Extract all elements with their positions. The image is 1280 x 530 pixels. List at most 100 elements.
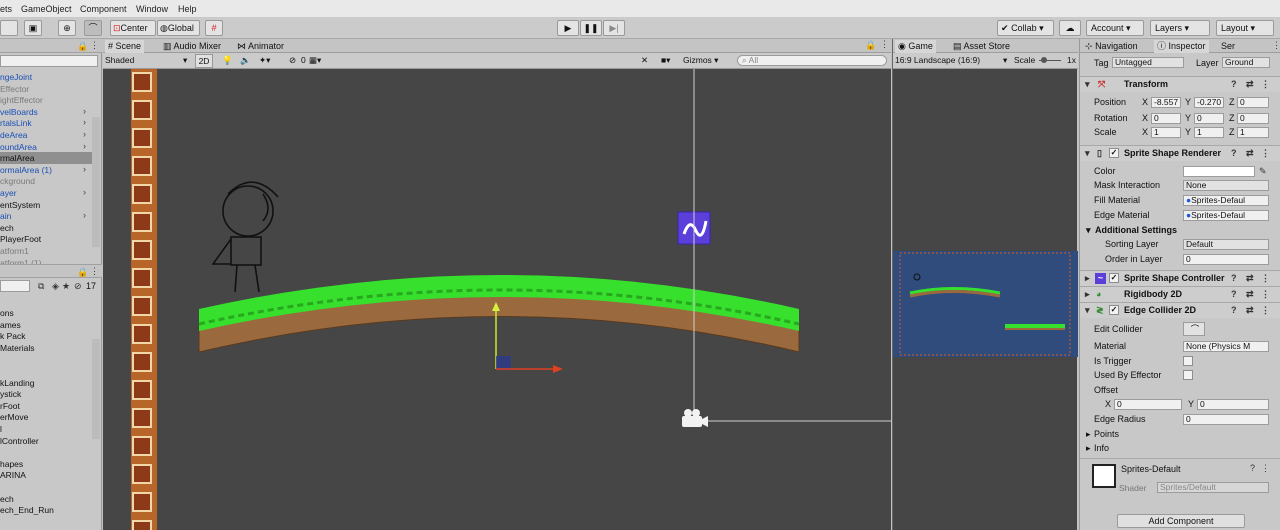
project-item[interactable]: Materials — [0, 342, 92, 354]
hierarchy-item[interactable]: ckground — [0, 175, 92, 187]
menu-window[interactable]: Window — [136, 4, 168, 14]
expand-chevron-icon[interactable]: › — [83, 129, 86, 139]
help-icon[interactable]: ? — [1231, 77, 1237, 92]
add-component-button[interactable]: Add Component — [1117, 514, 1245, 528]
project-item[interactable] — [0, 481, 92, 493]
menu-assets[interactable]: ets — [0, 4, 12, 14]
component-menu-icon[interactable]: ⋮ — [1261, 146, 1270, 161]
sprite-shape-tool-button[interactable]: ⌒ — [84, 20, 102, 36]
project-item[interactable]: rFoot — [0, 400, 92, 412]
camera-settings-icon[interactable]: ■▾ — [661, 54, 670, 68]
component-menu-icon[interactable]: ⋮ — [1261, 303, 1270, 318]
layer-dropdown[interactable]: Ground — [1222, 57, 1270, 68]
scene-viewport[interactable] — [103, 69, 891, 530]
project-item[interactable]: k Pack — [0, 330, 92, 342]
expand-chevron-icon[interactable]: › — [83, 106, 86, 116]
scale-x-field[interactable]: 1 — [1151, 127, 1181, 138]
expand-chevron-icon[interactable]: › — [83, 210, 86, 220]
hierarchy-item[interactable]: Effector — [0, 83, 92, 95]
hierarchy-scrollbar[interactable] — [92, 117, 100, 247]
tab-services[interactable]: Ser — [1218, 40, 1238, 53]
sprite-shape-controller-header[interactable]: ▸ ~ ✓ Sprite Shape Controller ? ⇄ ⋮ — [1080, 270, 1280, 286]
grid-icon[interactable]: ▦▾ — [309, 54, 321, 68]
hierarchy-item[interactable]: oundArea — [0, 141, 92, 153]
gizmos-dropdown[interactable]: Gizmos ▾ — [683, 54, 733, 68]
hidden-count-icon[interactable]: ⊘ — [74, 281, 82, 292]
lighting-icon[interactable]: 💡 — [222, 54, 233, 68]
tab-navigation[interactable]: ⊹ Navigation — [1082, 40, 1141, 53]
project-item[interactable]: l — [0, 423, 92, 435]
presets-icon[interactable]: ⇄ — [1246, 77, 1254, 92]
grid-snap-button[interactable]: # — [205, 20, 223, 36]
aspect-dropdown[interactable]: 16:9 Landscape (16:9) ▾ — [895, 54, 1010, 68]
project-item[interactable]: kLanding — [0, 377, 92, 389]
presets-icon[interactable]: ⇄ — [1246, 287, 1254, 302]
color-swatch[interactable] — [1183, 166, 1255, 177]
controller-enabled-checkbox[interactable]: ✓ — [1109, 273, 1119, 283]
scene-search-input[interactable]: ⌕ All — [737, 55, 887, 66]
points-foldout[interactable]: ▸ Points — [1080, 427, 1280, 441]
expand-chevron-icon[interactable]: › — [83, 164, 86, 174]
favorite-icon[interactable]: ★ — [62, 281, 70, 292]
rotation-x-field[interactable]: 0 — [1151, 113, 1181, 124]
edge-collider-2d-header[interactable]: ▾ ≷ ✓ Edge Collider 2D ? ⇄ ⋮ — [1080, 302, 1280, 318]
project-item[interactable] — [0, 365, 92, 377]
rotation-y-field[interactable]: 0 — [1194, 113, 1224, 124]
component-menu-icon[interactable]: ⋮ — [1261, 77, 1270, 92]
hierarchy-item[interactable]: rtalsLink — [0, 117, 92, 129]
hierarchy-item[interactable]: ech — [0, 222, 92, 234]
play-button[interactable]: ▶ — [557, 20, 579, 36]
sorting-layer-dropdown[interactable]: Default — [1183, 239, 1269, 250]
scale-slider-thumb[interactable] — [1041, 57, 1047, 63]
order-in-layer-field[interactable]: 0 — [1183, 254, 1269, 265]
project-item[interactable]: lController — [0, 435, 92, 447]
additional-settings-foldout[interactable]: ▾ Additional Settings — [1080, 223, 1280, 237]
expand-chevron-icon[interactable]: › — [83, 117, 86, 127]
info-foldout[interactable]: ▸ Info — [1080, 441, 1280, 455]
cloud-button[interactable]: ☁ — [1059, 20, 1081, 36]
project-item[interactable]: ARINA — [0, 469, 92, 481]
eyedropper-icon[interactable]: ✎ — [1259, 164, 1267, 178]
step-button[interactable]: ▶| — [603, 20, 625, 36]
scale-y-field[interactable]: 1 — [1194, 127, 1224, 138]
hierarchy-item[interactable]: ayer — [0, 187, 92, 199]
pivot-center-toggle[interactable]: ⊡Center — [110, 20, 156, 36]
edit-collider-button[interactable]: ⌒ — [1183, 322, 1205, 336]
custom-tool-button[interactable]: ⊕ — [58, 20, 76, 36]
hierarchy-item[interactable]: PlayerFoot — [0, 233, 92, 245]
effects-icon[interactable]: ✦▾ — [259, 54, 270, 68]
pause-button[interactable]: ❚❚ — [580, 20, 602, 36]
filter-label-icon[interactable]: ◈ — [52, 281, 59, 292]
help-icon[interactable]: ? — [1231, 271, 1237, 286]
layout-dropdown[interactable]: Layout ▾ — [1216, 20, 1274, 36]
position-x-field[interactable]: -8.557 — [1151, 97, 1181, 108]
edge-radius-field[interactable]: 0 — [1183, 414, 1269, 425]
project-menu-icon[interactable]: ⋮ — [90, 266, 99, 277]
tab-asset-store[interactable]: ▤ Asset Store — [950, 40, 1013, 53]
game-panel[interactable]: ◉ Game ▤ Asset Store 16:9 Landscape (16:… — [892, 39, 1078, 530]
presets-icon[interactable]: ⇄ — [1246, 303, 1254, 318]
mask-dropdown[interactable]: None — [1183, 180, 1269, 191]
hierarchy-item[interactable]: ightEffector — [0, 94, 92, 106]
global-local-toggle[interactable]: ◍Global — [157, 20, 200, 36]
hierarchy-search-input[interactable] — [0, 55, 98, 67]
hierarchy-item[interactable]: atform1 — [0, 245, 92, 257]
project-item[interactable] — [0, 446, 92, 458]
project-item[interactable]: ech — [0, 493, 92, 505]
fill-material-field[interactable]: ●Sprites-Defaul — [1183, 195, 1269, 206]
hierarchy-item[interactable]: entSystem — [0, 199, 92, 211]
component-menu-icon[interactable]: ⋮ — [1261, 287, 1270, 302]
menu-component[interactable]: Component — [80, 4, 127, 14]
tab-game[interactable]: ◉ Game — [895, 40, 936, 53]
account-dropdown[interactable]: Account ▾ — [1086, 20, 1144, 36]
position-z-field[interactable]: 0 — [1237, 97, 1269, 108]
tab-inspector[interactable]: ⓘ Inspector — [1154, 40, 1209, 53]
component-menu-icon[interactable]: ⋮ — [1261, 271, 1270, 286]
hierarchy-item[interactable]: velBoards — [0, 106, 92, 118]
help-icon[interactable]: ? — [1231, 287, 1237, 302]
used-by-effector-checkbox[interactable] — [1183, 370, 1193, 380]
expand-chevron-icon[interactable]: › — [83, 187, 86, 197]
project-lock-icon[interactable]: 🔒 — [77, 267, 88, 278]
offset-x-field[interactable]: 0 — [1114, 399, 1182, 410]
collab-button[interactable]: ✔ Collab ▾ — [997, 20, 1054, 36]
